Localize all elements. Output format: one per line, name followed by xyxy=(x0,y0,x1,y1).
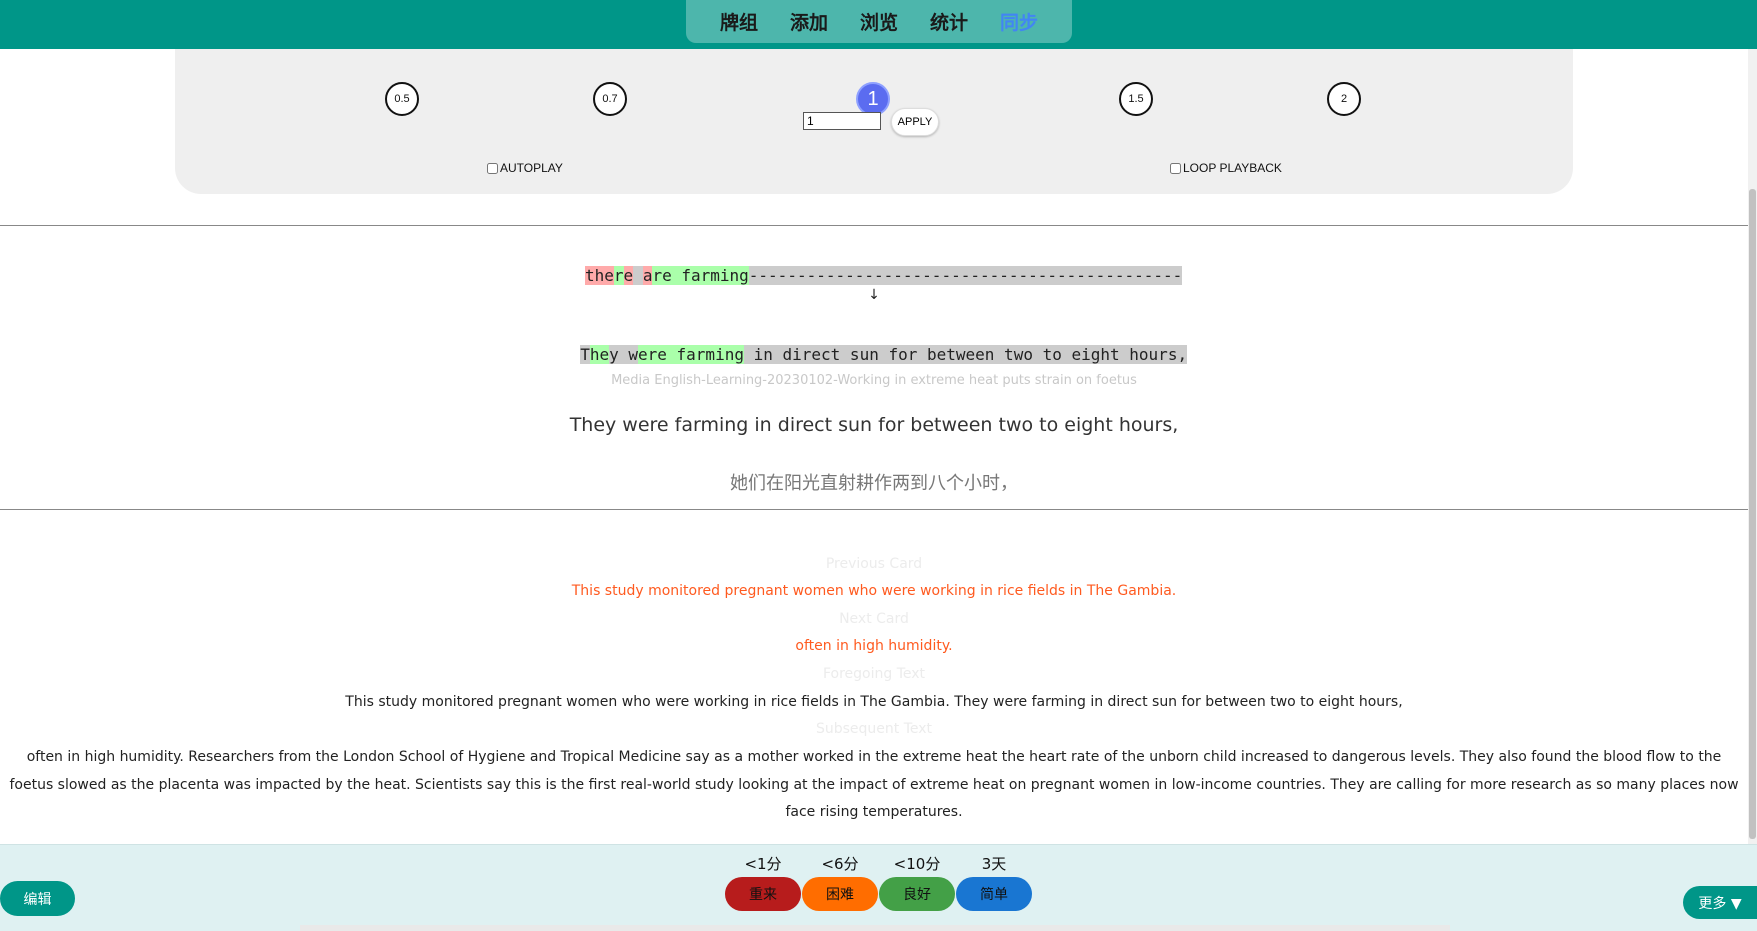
loop-playback-label: LOOP PLAYBACK xyxy=(1183,161,1282,175)
loop-playback-option[interactable]: LOOP PLAYBACK xyxy=(1170,161,1282,175)
diff-segment: ere farming xyxy=(638,345,744,364)
autoplay-label: AUTOPLAY xyxy=(500,161,563,175)
typed-answer-diff: there are farming-----------------------… xyxy=(0,247,1748,285)
foregoing-text-label: Foregoing Text xyxy=(822,666,926,682)
more-button[interactable]: 更多 ▼ xyxy=(1683,886,1757,919)
nav-item-browse[interactable]: 浏览 xyxy=(860,8,898,35)
page-scrollbar[interactable] xyxy=(1748,49,1757,844)
again-button[interactable]: 重来 xyxy=(725,877,801,911)
ease-good-interval: <10分 xyxy=(893,855,941,873)
diff-segment: T xyxy=(580,345,590,364)
playback-rate-input[interactable] xyxy=(803,112,881,130)
nav-menu: 牌组 添加 浏览 统计 同步 xyxy=(686,0,1072,43)
nav-item-stats[interactable]: 统计 xyxy=(930,8,968,35)
diff-segment: a xyxy=(642,266,653,285)
loop-playback-checkbox[interactable] xyxy=(1170,162,1181,174)
foregoing-text: This study monitored pregnant women who … xyxy=(345,694,1403,710)
diff-segment: re farming xyxy=(652,266,749,285)
diff-segment: r xyxy=(613,266,624,285)
scrollbar-thumb[interactable] xyxy=(1749,189,1756,839)
divider-middle xyxy=(0,509,1748,510)
nav-item-decks[interactable]: 牌组 xyxy=(720,8,758,35)
ease-hard: <6分 困难 xyxy=(802,853,878,911)
next-card-text[interactable]: often in high humidity. xyxy=(0,638,1748,654)
ease-easy-interval: 3天 xyxy=(981,855,1007,873)
autoplay-checkbox[interactable] xyxy=(487,162,498,174)
speed-button-0-7[interactable]: 0.7 xyxy=(593,82,627,116)
easy-button[interactable]: 简单 xyxy=(956,877,1032,911)
diff-segment: he xyxy=(589,345,610,364)
previous-card-text[interactable]: This study monitored pregnant women who … xyxy=(0,583,1748,599)
ease-hard-interval: <6分 xyxy=(821,855,859,873)
good-button[interactable]: 良好 xyxy=(879,877,955,911)
audio-player-panel: 0.5 0.7 1 1.5 2 APPLY AUTOPLAY LOOP PLAY… xyxy=(175,49,1573,194)
ease-again-interval: <1分 xyxy=(744,855,782,873)
card-sentence-chinese: 她们在阳光直射耕作两到八个小时， xyxy=(730,473,1018,494)
autoplay-option[interactable]: AUTOPLAY xyxy=(487,161,563,175)
diff-segment: in direct sun for between two to eight h… xyxy=(743,345,1188,364)
previous-card-label: Previous Card xyxy=(825,556,923,572)
speed-button-2[interactable]: 2 xyxy=(1327,82,1361,116)
diff-segment: ----------------------------------------… xyxy=(748,266,1183,285)
card-source: Media English-Learning-20230102-Working … xyxy=(611,373,1137,388)
subsequent-text: often in high humidity. Researchers from… xyxy=(9,749,1739,820)
speed-button-1-5[interactable]: 1.5 xyxy=(1119,82,1153,116)
divider-top xyxy=(0,225,1748,226)
diff-segment: e xyxy=(623,266,634,285)
speed-button-0-5[interactable]: 0.5 xyxy=(385,82,419,116)
card-sentence-english: They were farming in direct sun for betw… xyxy=(569,414,1179,436)
expected-answer-diff: They were farming in direct sun for betw… xyxy=(0,326,1748,364)
nav-item-sync[interactable]: 同步 xyxy=(1000,8,1038,35)
down-arrow-icon: ↓ xyxy=(868,287,880,303)
apply-button[interactable]: APPLY xyxy=(891,108,939,136)
top-nav-bar: 牌组 添加 浏览 统计 同步 xyxy=(0,0,1757,49)
diff-segment: the xyxy=(584,266,614,285)
ease-easy: 3天 简单 xyxy=(956,853,1032,911)
underlying-content-strip xyxy=(300,925,1450,931)
diff-segment xyxy=(633,266,643,285)
hard-button[interactable]: 困难 xyxy=(802,877,878,911)
answer-bar: 编辑 <1分 重来 <6分 困难 <10分 良好 3天 简单 更多 ▼ xyxy=(0,844,1757,931)
edit-button[interactable]: 编辑 xyxy=(0,881,75,916)
ease-good: <10分 良好 xyxy=(879,853,955,911)
diff-segment: y w xyxy=(609,345,638,364)
next-card-label: Next Card xyxy=(839,611,909,627)
speed-button-1[interactable]: 1 xyxy=(856,82,890,116)
subsequent-text-label: Subsequent Text xyxy=(815,721,933,737)
nav-item-add[interactable]: 添加 xyxy=(790,8,828,35)
ease-again: <1分 重来 xyxy=(725,853,801,911)
